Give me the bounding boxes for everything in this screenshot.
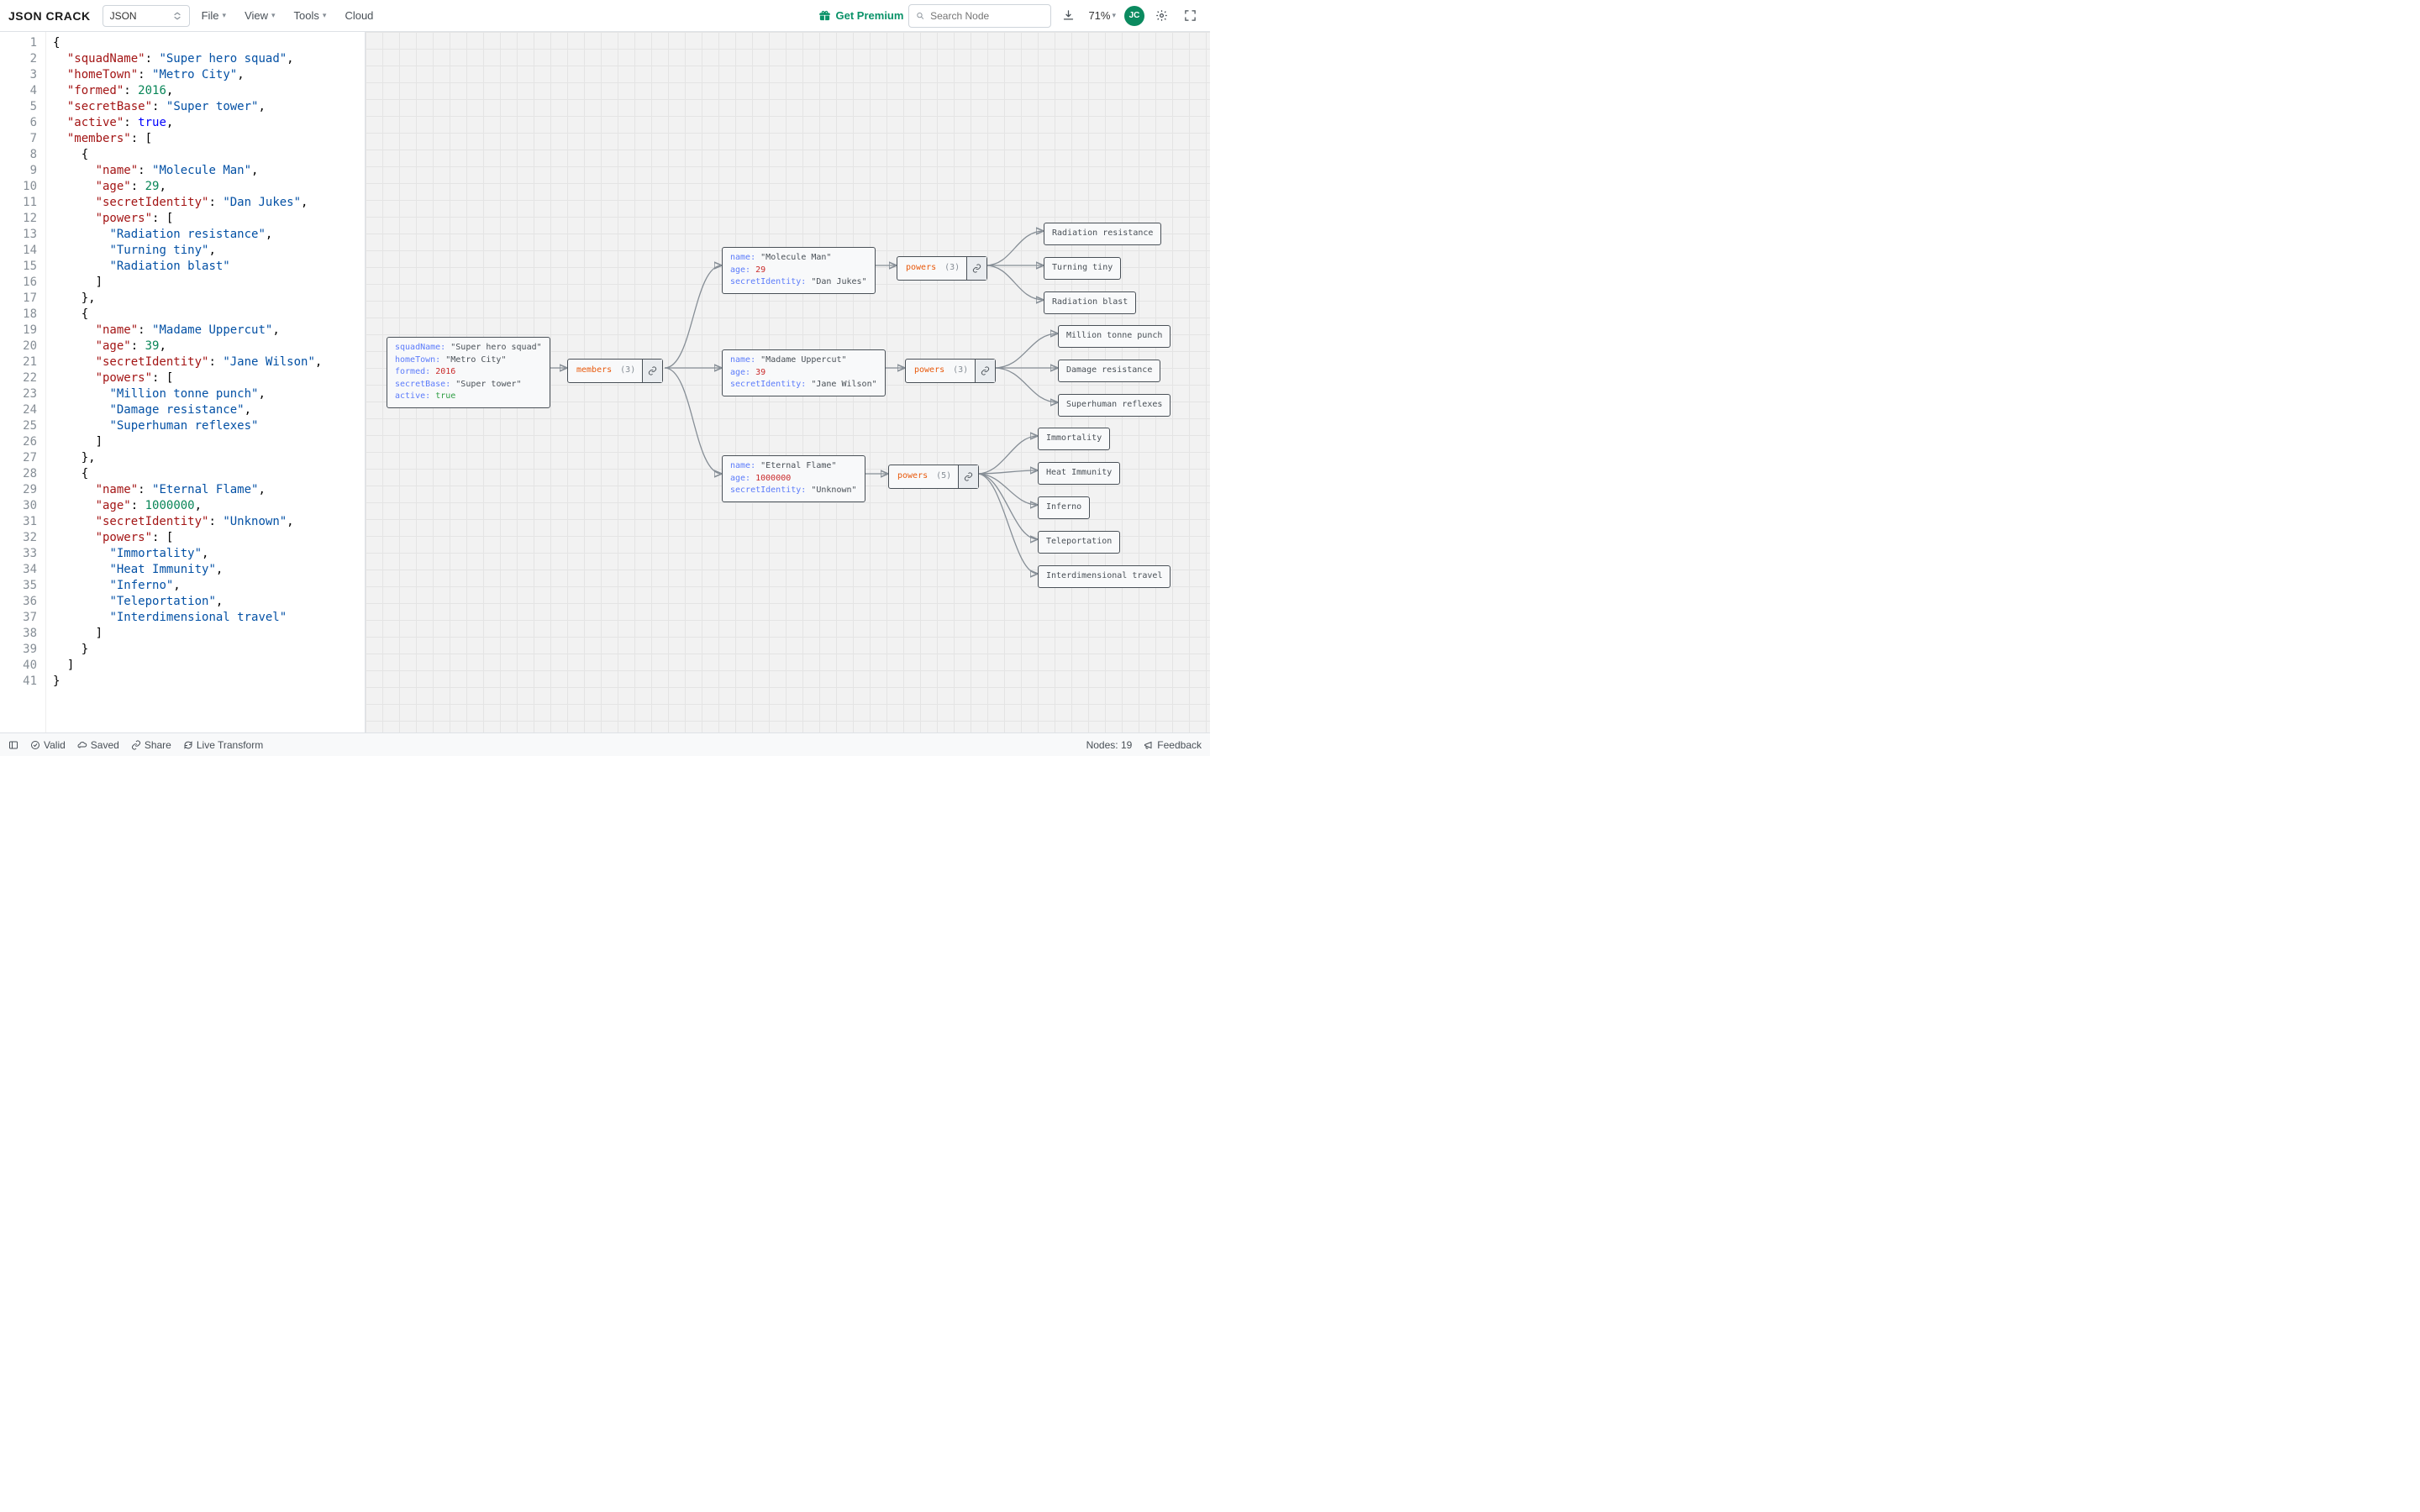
status-saved: Saved (77, 739, 119, 751)
user-avatar[interactable]: JC (1124, 6, 1144, 26)
link-icon[interactable] (958, 465, 978, 488)
status-valid: Valid (30, 739, 66, 751)
zoom-control[interactable]: 71%▾ (1085, 9, 1119, 22)
get-premium-button[interactable]: Get Premium (818, 9, 904, 22)
graph-leaf[interactable]: Million tonne punch (1058, 325, 1171, 348)
search-box[interactable] (908, 4, 1051, 28)
chevron-down-icon: ▾ (1112, 11, 1116, 20)
graph-node-root[interactable]: squadName: "Super hero squad" homeTown: … (387, 337, 550, 408)
graph-node-members[interactable]: members (3) (567, 359, 663, 383)
refresh-icon (183, 740, 193, 750)
share-button[interactable]: Share (131, 739, 171, 751)
format-select-value: JSON (110, 10, 137, 22)
fullscreen-icon (1184, 9, 1197, 22)
link-icon (131, 740, 141, 750)
editor-pane: 1234567891011121314151617181920212223242… (0, 32, 366, 732)
graph-leaf[interactable]: Immortality (1038, 428, 1110, 450)
link-icon[interactable] (642, 360, 662, 382)
toggle-panel-button[interactable] (8, 740, 18, 750)
format-select[interactable]: JSON (103, 5, 190, 27)
graph-node-member-1[interactable]: name: "Madame Uppercut" age: 39 secretId… (722, 349, 886, 396)
settings-button[interactable] (1150, 4, 1173, 28)
chevron-down-icon: ▾ (223, 11, 227, 20)
toolbar: JSON CRACK JSON File▾ View▾ Tools▾ Cloud… (0, 0, 1210, 32)
link-icon[interactable] (975, 360, 995, 382)
search-icon (916, 11, 925, 21)
graph-leaf[interactable]: Teleportation (1038, 531, 1120, 554)
graph-node-powers-1[interactable]: powers (3) (905, 359, 996, 383)
graph-node-member-2[interactable]: name: "Eternal Flame" age: 1000000 secre… (722, 455, 865, 502)
download-button[interactable] (1056, 4, 1080, 28)
status-bar: Valid Saved Share Live Transform Nodes: … (0, 732, 1210, 756)
live-transform-button[interactable]: Live Transform (183, 739, 263, 751)
graph-leaf[interactable]: Turning tiny (1044, 257, 1121, 280)
code-editor[interactable]: { "squadName": "Super hero squad", "home… (46, 32, 365, 732)
chevron-down-icon: ▾ (323, 11, 327, 20)
gear-icon (1155, 9, 1168, 22)
graph-leaf[interactable]: Damage resistance (1058, 360, 1160, 382)
graph-leaf[interactable]: Radiation blast (1044, 291, 1136, 314)
main: 1234567891011121314151617181920212223242… (0, 32, 1210, 732)
menu-file[interactable]: File▾ (195, 6, 233, 25)
link-icon[interactable] (966, 257, 986, 280)
feedback-button[interactable]: Feedback (1144, 739, 1202, 751)
chevron-down-icon: ▾ (271, 11, 276, 20)
gift-icon (818, 9, 831, 22)
graph-canvas[interactable]: squadName: "Super hero squad" homeTown: … (366, 32, 1210, 732)
line-gutter: 1234567891011121314151617181920212223242… (0, 32, 46, 732)
graph-node-powers-2[interactable]: powers (5) (888, 465, 979, 489)
chevron-updown-icon (172, 11, 182, 21)
app-logo: JSON CRACK (8, 9, 91, 23)
node-count: Nodes: 19 (1086, 739, 1133, 751)
fullscreen-button[interactable] (1178, 4, 1202, 28)
search-input[interactable] (930, 10, 1044, 22)
graph-leaf[interactable]: Interdimensional travel (1038, 565, 1171, 588)
graph-node-powers-0[interactable]: powers (3) (897, 256, 987, 281)
menu-tools[interactable]: Tools▾ (287, 6, 334, 25)
graph-node-member-0[interactable]: name: "Molecule Man" age: 29 secretIdent… (722, 247, 876, 294)
cloud-icon (77, 740, 87, 750)
megaphone-icon (1144, 740, 1154, 750)
graph-leaf[interactable]: Inferno (1038, 496, 1090, 519)
panel-icon (8, 740, 18, 750)
menu-cloud[interactable]: Cloud (338, 6, 380, 25)
menu-view[interactable]: View▾ (238, 6, 281, 25)
check-circle-icon (30, 740, 40, 750)
graph-leaf[interactable]: Superhuman reflexes (1058, 394, 1171, 417)
graph-leaf[interactable]: Radiation resistance (1044, 223, 1161, 245)
graph-leaf[interactable]: Heat Immunity (1038, 462, 1120, 485)
download-icon (1062, 9, 1075, 22)
